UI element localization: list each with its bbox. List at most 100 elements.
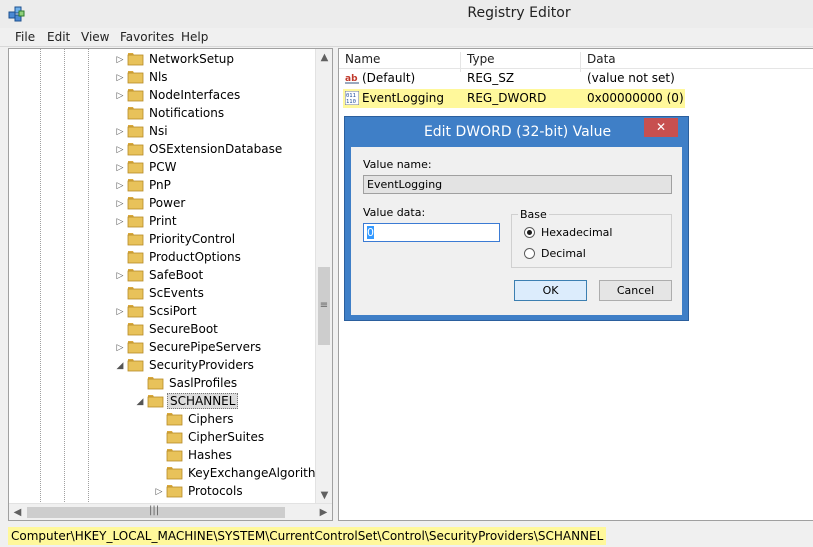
tree-item-label: SaslProfiles <box>169 376 238 390</box>
key-tree-pane[interactable]: ▷ NetworkSetup ▷ Nls ▷ NodeInterfaces Notifica… <box>8 48 333 521</box>
base-label: Base <box>518 208 549 221</box>
hexadecimal-radio[interactable]: Hexadecimal <box>524 225 664 241</box>
list-header: Name Type Data <box>339 49 813 72</box>
folder-icon <box>127 71 144 84</box>
open-folder-icon <box>127 359 144 372</box>
hexadecimal-label: Hexadecimal <box>541 226 613 239</box>
folder-icon <box>127 269 144 282</box>
value-data-label: Value data: <box>363 206 426 219</box>
folder-icon <box>147 377 164 390</box>
expand-arrow-icon[interactable]: ▷ <box>115 125 125 139</box>
tree-guide-line <box>40 49 41 520</box>
expand-arrow-icon[interactable]: ▷ <box>115 305 125 319</box>
tree-connector <box>154 413 164 427</box>
cancel-button[interactable]: Cancel <box>599 280 672 301</box>
scroll-right-icon[interactable]: ▶ <box>315 504 332 520</box>
folder-icon <box>166 431 183 444</box>
tree-connector <box>115 251 125 265</box>
tree-item-label: PriorityControl <box>149 232 236 246</box>
value-name-label: Value name: <box>363 158 432 171</box>
value-data: 0x00000000 (0) <box>587 91 684 105</box>
scroll-left-icon[interactable]: ◀ <box>9 504 26 520</box>
radio-unselected-icon <box>524 248 535 259</box>
tree-item-label: SecureBoot <box>149 322 218 336</box>
menu-help[interactable]: Help <box>181 30 208 44</box>
folder-icon <box>166 467 183 480</box>
tree-item-label: ScEvents <box>149 286 204 300</box>
open-folder-icon <box>147 395 164 408</box>
tree-item-label: ProductOptions <box>149 250 241 264</box>
tree-vertical-scrollbar[interactable]: ▲ ≡ ▼ <box>315 49 332 504</box>
scroll-down-icon[interactable]: ▼ <box>316 487 332 504</box>
value-type: REG_DWORD <box>467 91 547 105</box>
folder-icon <box>127 143 144 156</box>
expand-arrow-icon[interactable]: ▷ <box>115 161 125 175</box>
tree-guide-line <box>64 49 65 520</box>
menu-bar: File Edit View Favorites Help <box>0 28 813 47</box>
menu-view[interactable]: View <box>81 30 109 44</box>
status-path: Computer\HKEY_LOCAL_MACHINE\SYSTEM\Curre… <box>8 527 607 545</box>
decimal-label: Decimal <box>541 247 586 260</box>
expand-arrow-icon[interactable]: ▷ <box>115 89 125 103</box>
status-bar: Computer\HKEY_LOCAL_MACHINE\SYSTEM\Curre… <box>0 523 813 547</box>
collapse-arrow-icon[interactable]: ◢ <box>115 359 125 373</box>
tree-item-label: PCW <box>149 160 177 174</box>
folder-icon <box>127 161 144 174</box>
expand-arrow-icon[interactable]: ▷ <box>115 143 125 157</box>
folder-icon <box>127 197 144 210</box>
scroll-grip-icon: ||| <box>149 505 160 516</box>
folder-icon <box>127 215 144 228</box>
expand-arrow-icon[interactable]: ▷ <box>115 215 125 229</box>
tree-horizontal-scrollbar[interactable]: ◀ ||| ▶ <box>9 503 332 520</box>
tree-guide-line <box>88 49 89 520</box>
string-value-icon: ab <box>345 74 359 84</box>
expand-arrow-icon[interactable]: ▷ <box>115 269 125 283</box>
value-data-text: 0 <box>367 226 374 239</box>
value-data-input[interactable]: 0 <box>363 223 500 242</box>
expand-arrow-icon[interactable]: ▷ <box>115 197 125 211</box>
scroll-grip-icon: ≡ <box>319 300 329 311</box>
expand-arrow-icon[interactable]: ▷ <box>115 179 125 193</box>
decimal-radio[interactable]: Decimal <box>524 246 664 262</box>
list-row[interactable]: ab (Default) REG_SZ (value not set) <box>339 69 813 88</box>
folder-icon <box>127 89 144 102</box>
menu-file[interactable]: File <box>15 30 35 44</box>
tree-connector <box>154 431 164 445</box>
expand-arrow-icon[interactable]: ▷ <box>115 53 125 67</box>
list-row[interactable]: 011 110 EventLogging REG_DWORD 0x0000000… <box>339 89 813 108</box>
menu-favorites[interactable]: Favorites <box>120 30 174 44</box>
tree-connector <box>115 233 125 247</box>
tree-item-label: Hashes <box>188 448 232 462</box>
window-title: Registry Editor <box>467 5 571 21</box>
tree-item-label: NodeInterfaces <box>149 88 241 102</box>
tree-connector <box>135 377 145 391</box>
edit-dword-dialog: Edit DWORD (32-bit) Value ✕ Value name: … <box>344 116 689 321</box>
menu-edit[interactable]: Edit <box>47 30 70 44</box>
expand-arrow-icon[interactable]: ▷ <box>115 341 125 355</box>
tree-item-label: NetworkSetup <box>149 52 235 66</box>
folder-icon <box>166 413 183 426</box>
title-bar: Registry Editor <box>0 0 813 28</box>
tree-item-label: Print <box>149 214 177 228</box>
folder-icon <box>127 287 144 300</box>
expand-arrow-icon[interactable]: ▷ <box>154 485 164 499</box>
tree-connector <box>154 449 164 463</box>
tree-item-label: Nls <box>149 70 168 84</box>
folder-icon <box>127 107 144 120</box>
tree-item-label: OSExtensionDatabase <box>149 142 283 156</box>
tree-item-label: SecurePipeServers <box>149 340 262 354</box>
folder-icon <box>166 485 183 498</box>
collapse-arrow-icon[interactable]: ◢ <box>135 395 145 409</box>
tree-connector <box>154 467 164 481</box>
tree-item-label: Notifications <box>149 106 225 120</box>
tree-connector <box>115 323 125 337</box>
tree-item-label: ScsiPort <box>149 304 197 318</box>
scroll-up-icon[interactable]: ▲ <box>316 49 332 66</box>
folder-icon <box>127 323 144 336</box>
value-name: (Default) <box>362 71 416 85</box>
close-icon[interactable]: ✕ <box>644 118 678 137</box>
ok-button[interactable]: OK <box>514 280 587 301</box>
folder-icon <box>127 179 144 192</box>
expand-arrow-icon[interactable]: ▷ <box>115 71 125 85</box>
folder-icon <box>127 53 144 66</box>
